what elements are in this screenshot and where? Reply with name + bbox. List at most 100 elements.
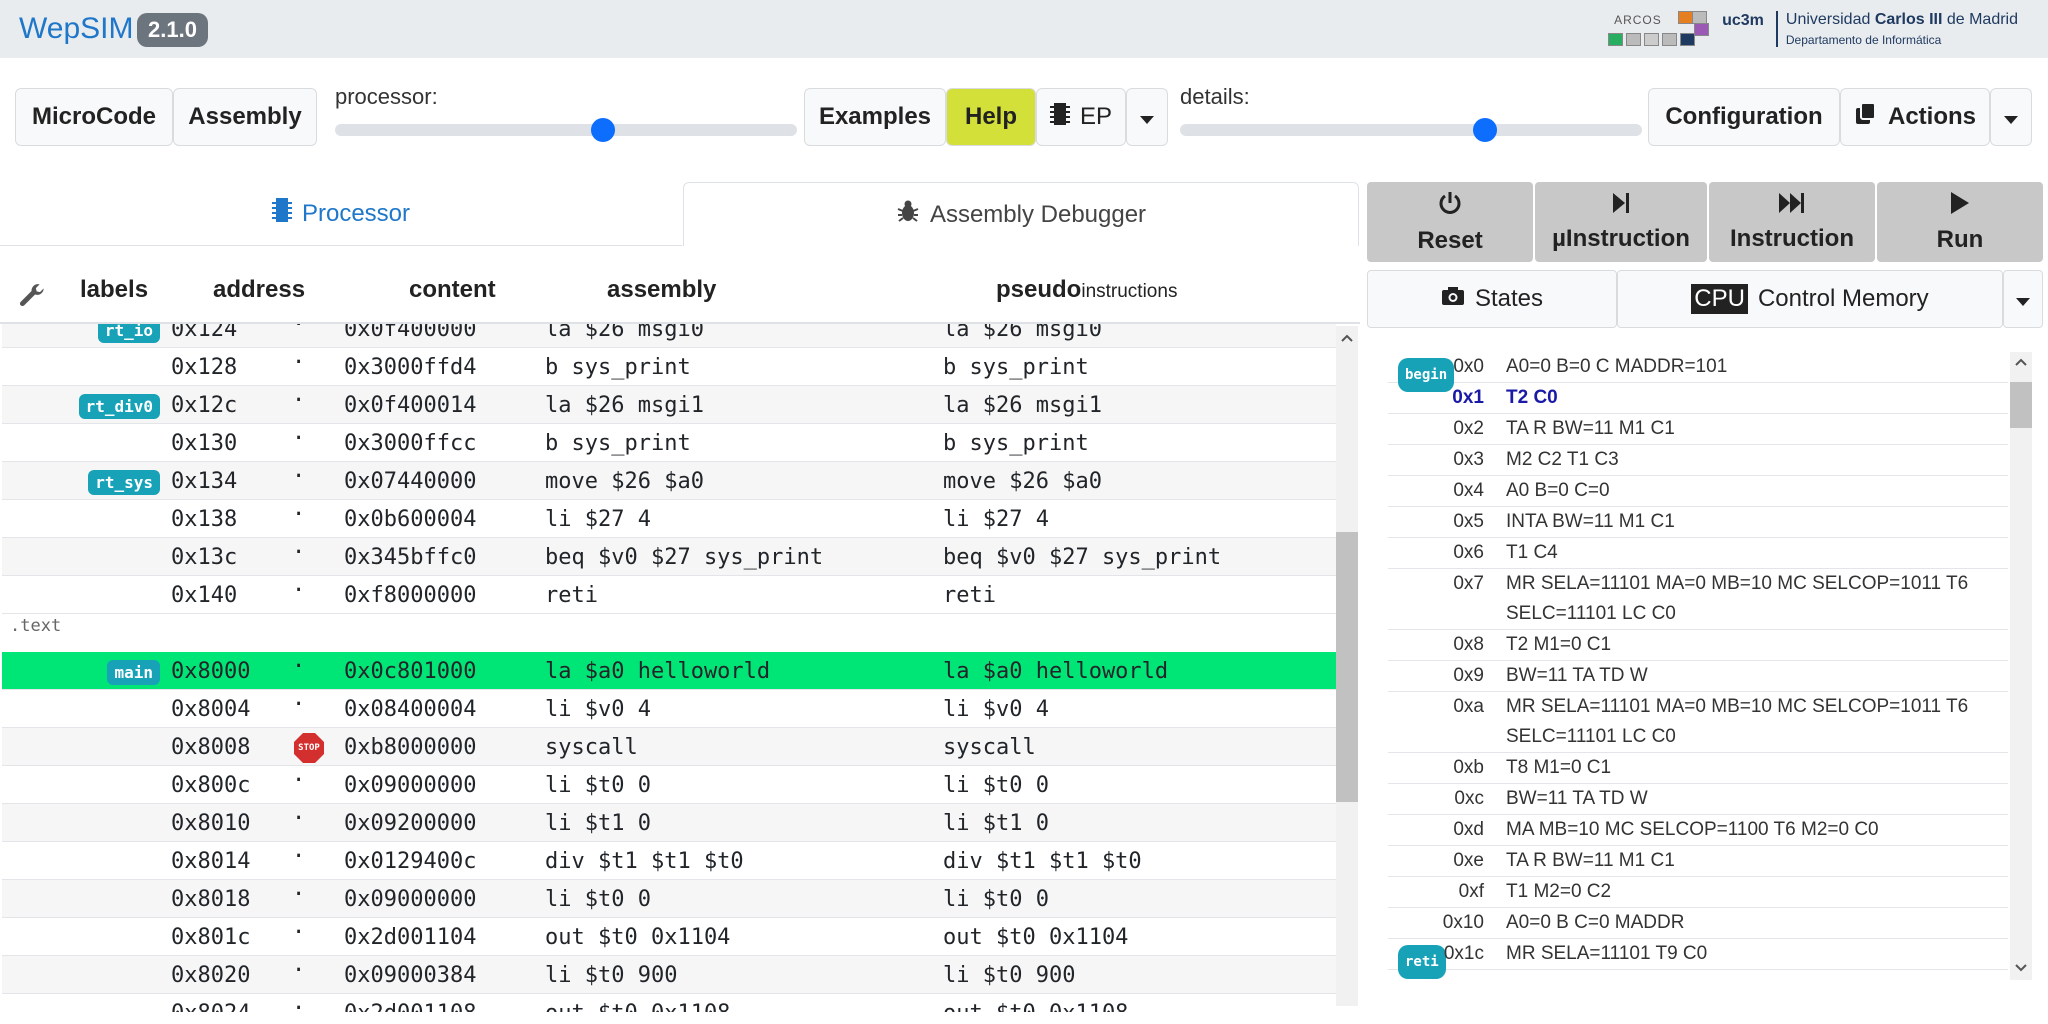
- table-row[interactable]: 0x8014 · 0x0129400c div $t1 $t1 $t0 div $t1 …: [2, 842, 1336, 880]
- pseudo-cell: li $t0 0: [943, 773, 1049, 798]
- top-bar: WepSIM 2.1.0 ARCOS uc3m Universidad Carl…: [0, 0, 2048, 58]
- instruction-step-button[interactable]: Instruction: [1709, 182, 1875, 262]
- table-row[interactable]: 0x128 · 0x3000ffd4 b sys_print b sys_print: [2, 348, 1336, 386]
- content-cell: 0x09200000: [344, 811, 477, 836]
- control-memory-row[interactable]: 0x9 BW=11 TA TD W: [1388, 661, 2008, 692]
- breakpoint-toggle-dot[interactable]: ·: [292, 464, 305, 489]
- assembly-cell: li $t0 0: [545, 773, 651, 798]
- control-memory-row[interactable]: 0xc BW=11 TA TD W: [1388, 784, 2008, 815]
- control-memory-row[interactable]: 0x2 TA R BW=11 M1 C1: [1388, 414, 2008, 445]
- breakpoint-toggle-dot[interactable]: ·: [292, 350, 305, 375]
- control-memory-row[interactable]: 0xe TA R BW=11 M1 C1: [1388, 846, 2008, 877]
- actions-button[interactable]: Actions: [1840, 88, 1990, 146]
- breakpoint-toggle-dot[interactable]: ·: [292, 768, 305, 793]
- control-memory-row[interactable]: 0x7 MR SELA=11101 MA=0 MB=10 MC SELCOP=10…: [1388, 569, 2008, 630]
- table-row[interactable]: 0x800c · 0x09000000 li $t0 0 li $t0 0: [2, 766, 1336, 804]
- breakpoint-toggle-dot[interactable]: ·: [292, 920, 305, 945]
- control-memory-row[interactable]: 0x6 T1 C4: [1388, 538, 2008, 569]
- breakpoint-toggle-dot[interactable]: ·: [292, 996, 305, 1012]
- table-row[interactable]: rt_io 0x124 · 0x0f400000 la $26 msgi0 la $26 …: [2, 324, 1336, 348]
- address-cell: 0x130: [171, 431, 238, 456]
- reset-button[interactable]: Reset: [1367, 182, 1533, 262]
- table-row-current[interactable]: main 0x8000 · 0x0c801000 la $a0 helloworld la…: [2, 652, 1336, 690]
- run-button[interactable]: Run: [1877, 182, 2043, 262]
- play-icon: [1949, 191, 1971, 222]
- table-row[interactable]: 0x130 · 0x3000ffcc b sys_print b sys_print: [2, 424, 1336, 462]
- tab-processor[interactable]: Processor: [0, 182, 682, 246]
- control-memory-row[interactable]: 0xa MR SELA=11101 MA=0 MB=10 MC SELCOP=10…: [1388, 692, 2008, 753]
- control-memory-row[interactable]: 0x8 T2 M1=0 C1: [1388, 630, 2008, 661]
- table-row[interactable]: rt_sys 0x134 · 0x07440000 move $26 $a0 move $…: [2, 462, 1336, 500]
- table-row[interactable]: 0x8008 STOP 0xb8000000 syscall syscall: [2, 728, 1336, 766]
- table-row[interactable]: 0x8010 · 0x09200000 li $t1 0 li $t1 0: [2, 804, 1336, 842]
- assembly-table-scrollbar[interactable]: [1336, 326, 1358, 1006]
- breakpoint-toggle-dot[interactable]: ·: [292, 958, 305, 983]
- ep-processor-button[interactable]: EP: [1036, 88, 1126, 146]
- scrollbar-thumb[interactable]: [2010, 382, 2032, 428]
- microinstruction: M2 C2 T1 C3: [1506, 449, 1619, 470]
- control-memory-dropdown-toggle[interactable]: [2003, 270, 2043, 328]
- control-memory-row[interactable]: reti 0x1c MR SELA=11101 T9 C0: [1388, 939, 2008, 979]
- microaddress: 0x1c: [1443, 943, 1484, 964]
- address-cell: 0x8008: [171, 735, 251, 760]
- breakpoint-toggle-dot[interactable]: ·: [292, 324, 305, 337]
- label-badge: rt_io: [97, 324, 160, 343]
- details-slider[interactable]: [1180, 118, 1642, 142]
- control-memory-row[interactable]: 0x10 A0=0 B C=0 MADDR: [1388, 908, 2008, 939]
- table-row[interactable]: 0x140 · 0xf8000000 reti reti: [2, 576, 1336, 614]
- assembly-cell: la $26 msgi0: [545, 324, 704, 342]
- scrollbar-thumb[interactable]: [1336, 532, 1358, 802]
- actions-dropdown-toggle[interactable]: [1990, 88, 2032, 146]
- table-row[interactable]: 0x8024 · 0x2d001108 out $t0 0x1108 out $t0 0…: [2, 994, 1336, 1012]
- microinstruction-step-button[interactable]: µInstruction: [1535, 182, 1707, 262]
- breakpoint-stop-icon[interactable]: STOP: [294, 733, 324, 763]
- breakpoint-toggle-dot[interactable]: ·: [292, 692, 305, 717]
- breakpoint-toggle-dot[interactable]: ·: [292, 578, 305, 603]
- breakpoint-toggle-dot[interactable]: ·: [292, 844, 305, 869]
- help-button[interactable]: Help: [946, 88, 1036, 146]
- breakpoint-toggle-dot[interactable]: ·: [292, 540, 305, 565]
- breakpoint-toggle-dot[interactable]: ·: [292, 882, 305, 907]
- table-row[interactable]: 0x138 · 0x0b600004 li $27 4 li $27 4: [2, 500, 1336, 538]
- table-row[interactable]: 0x8018 · 0x09000000 li $t0 0 li $t0 0: [2, 880, 1336, 918]
- control-memory-row[interactable]: 0xf T1 M2=0 C2: [1388, 877, 2008, 908]
- table-row[interactable]: rt_div0 0x12c · 0x0f400014 la $26 msgi1 la $2…: [2, 386, 1336, 424]
- scroll-up-icon[interactable]: [1341, 334, 1353, 342]
- breakpoint-toggle-dot[interactable]: ·: [292, 426, 305, 451]
- assembly-button[interactable]: Assembly: [173, 88, 317, 146]
- label-badge: rt_sys: [88, 470, 160, 495]
- breakpoint-toggle-dot[interactable]: ·: [292, 388, 305, 413]
- control-memory-row-current[interactable]: 0x1 T2 C0: [1388, 383, 2008, 414]
- processor-slider[interactable]: [335, 118, 797, 142]
- details-slider-thumb[interactable]: [1472, 118, 1497, 142]
- microcode-button[interactable]: MicroCode: [15, 88, 173, 146]
- app-title[interactable]: WepSIM: [19, 12, 133, 46]
- control-memory-button[interactable]: CPU Control Memory: [1617, 270, 2003, 328]
- processor-slider-thumb[interactable]: [590, 118, 615, 142]
- tab-assembly-debugger[interactable]: Assembly Debugger: [683, 182, 1359, 246]
- control-memory-scrollbar[interactable]: [2010, 352, 2032, 980]
- breakpoint-toggle-dot[interactable]: ·: [292, 806, 305, 831]
- scroll-down-icon[interactable]: [2015, 964, 2027, 972]
- table-row[interactable]: 0x13c · 0x345bffc0 beq $v0 $27 sys_print beq…: [2, 538, 1336, 576]
- control-memory-row[interactable]: 0x5 INTA BW=11 M1 C1: [1388, 507, 2008, 538]
- control-memory-row[interactable]: 0x3 M2 C2 T1 C3: [1388, 445, 2008, 476]
- breakpoint-toggle-dot[interactable]: ·: [292, 502, 305, 527]
- breakpoint-toggle-dot[interactable]: ·: [292, 654, 305, 679]
- control-memory-row[interactable]: 0xd MA MB=10 MC SELCOP=1100 T6 M2=0 C0: [1388, 815, 2008, 846]
- wrench-icon[interactable]: [18, 282, 46, 315]
- content-cell: 0x2d001104: [344, 925, 477, 950]
- microaddress: 0x9: [1453, 665, 1484, 686]
- table-row[interactable]: 0x8004 · 0x08400004 li $v0 4 li $v0 4: [2, 690, 1336, 728]
- examples-button[interactable]: Examples: [804, 88, 946, 146]
- ep-dropdown-toggle[interactable]: [1126, 88, 1168, 146]
- control-memory-row[interactable]: 0xb T8 M1=0 C1: [1388, 753, 2008, 784]
- table-row[interactable]: 0x8020 · 0x09000384 li $t0 900 li $t0 900: [2, 956, 1336, 994]
- scroll-up-icon[interactable]: [2015, 358, 2027, 366]
- configuration-button[interactable]: Configuration: [1648, 88, 1840, 146]
- table-row[interactable]: 0x801c · 0x2d001104 out $t0 0x1104 out $t0 0…: [2, 918, 1336, 956]
- control-memory-row[interactable]: begin 0x0 A0=0 B=0 C MADDR=101: [1388, 352, 2008, 392]
- copy-icon: [1854, 101, 1878, 133]
- control-memory-row[interactable]: 0x4 A0 B=0 C=0: [1388, 476, 2008, 507]
- states-button[interactable]: States: [1367, 270, 1617, 328]
